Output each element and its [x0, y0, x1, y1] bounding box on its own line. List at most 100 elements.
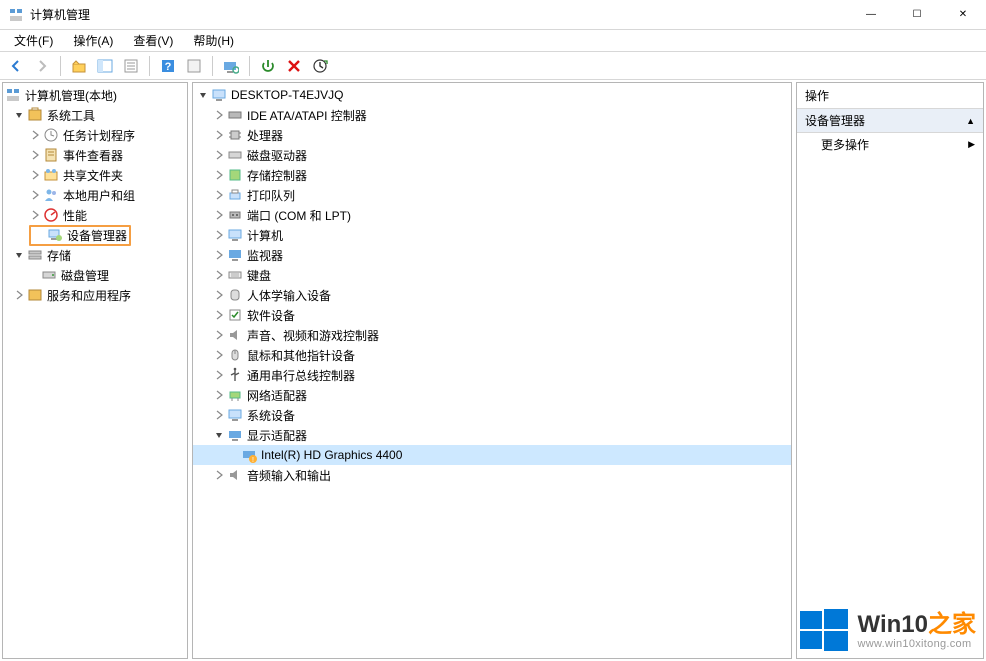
chevron-right-icon[interactable]	[213, 389, 225, 401]
tree-sys-tools[interactable]: 系统工具	[3, 105, 187, 125]
chevron-right-icon[interactable]	[13, 289, 25, 301]
show-hide-tree-button[interactable]	[93, 55, 117, 77]
chevron-right-icon[interactable]	[213, 469, 225, 481]
menu-file[interactable]: 文件(F)	[4, 30, 63, 51]
device-storage-ctrl[interactable]: 存储控制器	[193, 165, 791, 185]
device-disk[interactable]: 磁盘驱动器	[193, 145, 791, 165]
forward-button[interactable]	[30, 55, 54, 77]
device-ide[interactable]: IDE ATA/ATAPI 控制器	[193, 105, 791, 125]
device-ports[interactable]: 端口 (COM 和 LPT)	[193, 205, 791, 225]
tree-root[interactable]: 计算机管理(本地)	[3, 85, 187, 105]
maximize-button[interactable]: ☐	[894, 0, 940, 29]
menu-help[interactable]: 帮助(H)	[183, 30, 244, 51]
chevron-right-icon[interactable]	[29, 149, 41, 161]
users-icon	[43, 187, 59, 203]
device-label: 磁盘驱动器	[247, 147, 307, 164]
storage-controller-icon	[227, 167, 243, 183]
device-keyboard[interactable]: 键盘	[193, 265, 791, 285]
chevron-right-icon[interactable]	[213, 189, 225, 201]
shared-folder-icon	[43, 167, 59, 183]
scan-hardware-button[interactable]	[219, 55, 243, 77]
device-cpu[interactable]: 处理器	[193, 125, 791, 145]
system-device-icon	[227, 407, 243, 423]
device-display-adapters[interactable]: 显示适配器	[193, 425, 791, 445]
device-label: Intel(R) HD Graphics 4400	[261, 448, 402, 462]
back-button[interactable]	[4, 55, 28, 77]
chevron-right-icon[interactable]	[213, 229, 225, 241]
chevron-right-icon[interactable]	[213, 169, 225, 181]
actions-header: 操作	[797, 83, 983, 109]
up-button[interactable]	[67, 55, 91, 77]
chevron-right-icon[interactable]	[213, 309, 225, 321]
menu-view[interactable]: 查看(V)	[123, 30, 183, 51]
tree-label: 性能	[63, 207, 87, 224]
tree-label: 系统工具	[47, 107, 95, 124]
chevron-right-icon[interactable]	[29, 189, 41, 201]
keyboard-icon	[227, 267, 243, 283]
device-manager-icon	[47, 227, 63, 243]
chevron-right-icon[interactable]	[213, 369, 225, 381]
disk-drive-icon	[227, 147, 243, 163]
chevron-right-icon[interactable]	[29, 169, 41, 181]
properties-button[interactable]	[119, 55, 143, 77]
pc-icon	[227, 227, 243, 243]
cpu-icon	[227, 127, 243, 143]
chevron-right-icon[interactable]	[213, 409, 225, 421]
device-audio-io[interactable]: 音频输入和输出	[193, 465, 791, 485]
chevron-down-icon[interactable]	[13, 109, 25, 121]
device-root[interactable]: DESKTOP-T4EJVJQ	[193, 85, 791, 105]
performance-icon	[43, 207, 59, 223]
tree-disk-mgmt[interactable]: 磁盘管理	[3, 265, 187, 285]
update-driver-button[interactable]	[308, 55, 332, 77]
device-software[interactable]: 软件设备	[193, 305, 791, 325]
tree-local-users[interactable]: 本地用户和组	[3, 185, 187, 205]
chevron-down-icon[interactable]	[213, 429, 225, 441]
minimize-button[interactable]: —	[848, 0, 894, 29]
chevron-down-icon[interactable]	[13, 249, 25, 261]
tree-services-apps[interactable]: 服务和应用程序	[3, 285, 187, 305]
menu-action[interactable]: 操作(A)	[63, 30, 123, 51]
device-hid[interactable]: 人体学输入设备	[193, 285, 791, 305]
device-audio-video-game[interactable]: 声音、视频和游戏控制器	[193, 325, 791, 345]
chevron-right-icon[interactable]	[213, 249, 225, 261]
device-monitor[interactable]: 监视器	[193, 245, 791, 265]
toolbar-separator	[249, 56, 250, 76]
chevron-down-icon[interactable]	[197, 89, 209, 101]
help-button[interactable]: ?	[156, 55, 180, 77]
enable-device-button[interactable]	[256, 55, 280, 77]
tree-task-scheduler[interactable]: 任务计划程序	[3, 125, 187, 145]
console-tree-pane: 计算机管理(本地) 系统工具 任务计划程序 事件查看器 共享文件夹	[2, 82, 188, 659]
actions-section[interactable]: 设备管理器 ▲	[797, 109, 983, 133]
device-mouse[interactable]: 鼠标和其他指针设备	[193, 345, 791, 365]
actions-more[interactable]: 更多操作 ▶	[797, 133, 983, 156]
device-computer[interactable]: 计算机	[193, 225, 791, 245]
chevron-right-icon[interactable]	[213, 349, 225, 361]
chevron-right-icon[interactable]	[213, 129, 225, 141]
device-usb[interactable]: 通用串行总线控制器	[193, 365, 791, 385]
refresh-button[interactable]	[182, 55, 206, 77]
tree-root-label: 计算机管理(本地)	[25, 87, 117, 104]
tree-event-viewer[interactable]: 事件查看器	[3, 145, 187, 165]
tree-device-manager[interactable]: 设备管理器	[3, 225, 187, 245]
device-label: 处理器	[247, 127, 283, 144]
tree-storage[interactable]: 存储	[3, 245, 187, 265]
chevron-right-icon[interactable]	[29, 209, 41, 221]
chevron-right-icon[interactable]	[213, 109, 225, 121]
tree-performance[interactable]: 性能	[3, 205, 187, 225]
tree-shared-folders[interactable]: 共享文件夹	[3, 165, 187, 185]
tree-label: 磁盘管理	[61, 267, 109, 284]
chevron-right-icon[interactable]	[213, 209, 225, 221]
chevron-right-icon[interactable]	[213, 289, 225, 301]
device-network[interactable]: 网络适配器	[193, 385, 791, 405]
device-print-queue[interactable]: 打印队列	[193, 185, 791, 205]
chevron-right-icon[interactable]	[213, 269, 225, 281]
device-system[interactable]: 系统设备	[193, 405, 791, 425]
uninstall-device-button[interactable]	[282, 55, 306, 77]
device-label: 通用串行总线控制器	[247, 367, 355, 384]
close-button[interactable]: ✕	[940, 0, 986, 29]
computer-icon	[211, 87, 227, 103]
chevron-right-icon[interactable]	[29, 129, 41, 141]
chevron-right-icon[interactable]	[213, 149, 225, 161]
chevron-right-icon[interactable]	[213, 329, 225, 341]
device-display-child[interactable]: ! Intel(R) HD Graphics 4400	[193, 445, 791, 465]
